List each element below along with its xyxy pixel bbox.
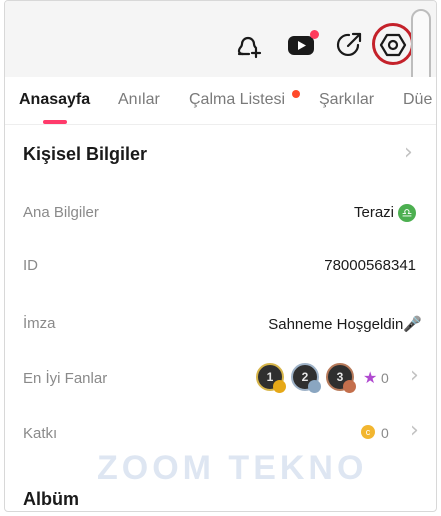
share-icon[interactable]	[333, 29, 365, 61]
tab-anilar[interactable]: Anılar	[118, 91, 160, 109]
fan-avatar: 2	[291, 363, 321, 393]
row-label: Ana Bilgiler	[23, 204, 99, 221]
fan-count: 0	[381, 370, 389, 386]
id-value: 78000568341	[324, 257, 416, 274]
notification-dot	[310, 30, 319, 39]
star-icon: ★	[363, 368, 378, 387]
coin-icon: c	[361, 425, 375, 439]
tab-sarkilar[interactable]: Şarkılar	[319, 91, 374, 109]
row-label: ID	[23, 257, 38, 274]
row-label: En İyi Fanlar	[23, 370, 108, 387]
chevron-right-icon: ›	[410, 418, 419, 443]
watermark: ZOOM TEKNO	[97, 449, 368, 487]
fan-avatar: 1	[256, 363, 286, 393]
rank-badge	[308, 380, 321, 393]
libra-zodiac-icon: ♎	[398, 204, 416, 222]
row-label: İmza	[23, 315, 56, 332]
section-title: Kişisel Bilgiler	[23, 144, 148, 164]
signature-value: Sahneme Hoşgeldin🎤	[268, 316, 422, 333]
rank-badge	[273, 380, 286, 393]
chevron-right-icon: ›	[410, 363, 419, 388]
annotation-circle	[372, 23, 414, 65]
zodiac-value: Terazi	[353, 204, 394, 221]
add-friend-icon[interactable]	[233, 29, 265, 61]
rank-badge	[343, 380, 356, 393]
fan-avatar: 3	[326, 363, 356, 393]
album-title: Albüm	[23, 489, 79, 509]
row-label: Katkı	[23, 425, 58, 442]
tab-anasayfa[interactable]: Anasayfa	[19, 91, 90, 109]
contribution-count: 0	[381, 425, 389, 441]
live-video-icon[interactable]	[285, 29, 319, 61]
tab-calma-listesi[interactable]: Çalma Listesi	[189, 91, 285, 109]
new-dot	[292, 90, 300, 98]
profile-screen: Anasayfa Anılar Çalma Listesi Şarkılar D…	[4, 0, 437, 512]
tab-duet[interactable]: Düe	[403, 91, 432, 109]
chevron-right-icon: ›	[404, 140, 413, 165]
profile-tabs: Anasayfa Anılar Çalma Listesi Şarkılar D…	[5, 77, 436, 125]
top-toolbar	[5, 1, 436, 93]
active-tab-indicator	[43, 120, 67, 124]
